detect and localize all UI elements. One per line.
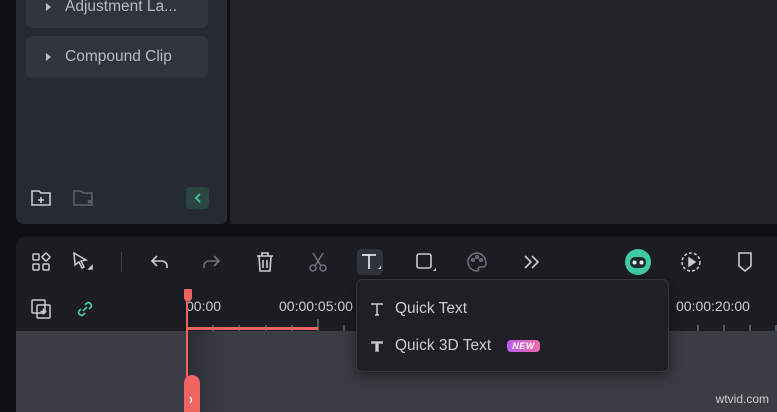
library-item-label: Compound Clip (65, 48, 172, 65)
add-track-icon[interactable] (30, 298, 52, 325)
menu-item-quick-text[interactable]: Quick Text (357, 291, 668, 327)
text-icon (371, 303, 383, 316)
library-item-adjustment-layer[interactable]: Adjustment La... (26, 0, 208, 28)
expand-arrow-icon (46, 3, 51, 11)
menu-item-label: Quick Text (395, 300, 468, 317)
library-panel: Adjustment La... Compound Clip (16, 0, 227, 224)
folder-plus-icon[interactable] (30, 187, 54, 209)
more-tools-icon[interactable] (518, 249, 544, 275)
render-preview-icon[interactable] (678, 249, 704, 275)
split-scissors-icon[interactable] (305, 249, 331, 275)
text-tool-icon[interactable] (357, 249, 383, 275)
playhead-top-handle[interactable] (184, 289, 192, 301)
preview-area (230, 0, 777, 224)
marker-icon[interactable] (732, 249, 758, 275)
select-arrow-icon[interactable] (69, 249, 95, 275)
grid-icon[interactable] (28, 249, 54, 275)
ruler-time-label: 00:00:20:00 (676, 298, 750, 314)
folder-remove-icon[interactable] (72, 187, 96, 209)
playhead-drag-handle[interactable] (184, 375, 200, 412)
undo-icon[interactable] (147, 249, 173, 275)
library-item-compound-clip[interactable]: Compound Clip (26, 36, 208, 78)
new-badge: NEW (507, 340, 540, 352)
ai-assistant-icon[interactable] (624, 248, 652, 276)
playhead-grip-icon (189, 396, 193, 404)
collapse-panel-button[interactable] (186, 187, 209, 209)
watermark: wtvid.com (715, 392, 769, 406)
menu-item-quick-3d-text[interactable]: Quick 3D Text NEW (357, 328, 668, 364)
menu-item-label: Quick 3D Text (395, 337, 492, 354)
toolbar-divider (121, 252, 122, 272)
expand-arrow-icon (46, 53, 51, 61)
library-item-label: Adjustment La... (65, 0, 178, 15)
link-icon[interactable] (74, 298, 96, 325)
color-palette-icon[interactable] (464, 249, 490, 275)
text-tool-menu: Quick Text Quick 3D Text NEW (356, 279, 669, 372)
in-out-range-bar (186, 327, 318, 330)
text-3d-icon (371, 341, 383, 352)
ruler-time-label: 00:00:05:00 (279, 298, 353, 314)
delete-icon[interactable] (252, 249, 278, 275)
crop-shape-icon[interactable] (413, 249, 439, 275)
redo-icon[interactable] (198, 249, 224, 275)
chevron-left-icon (194, 193, 201, 203)
ruler-time-label: 00:00 (186, 298, 222, 314)
